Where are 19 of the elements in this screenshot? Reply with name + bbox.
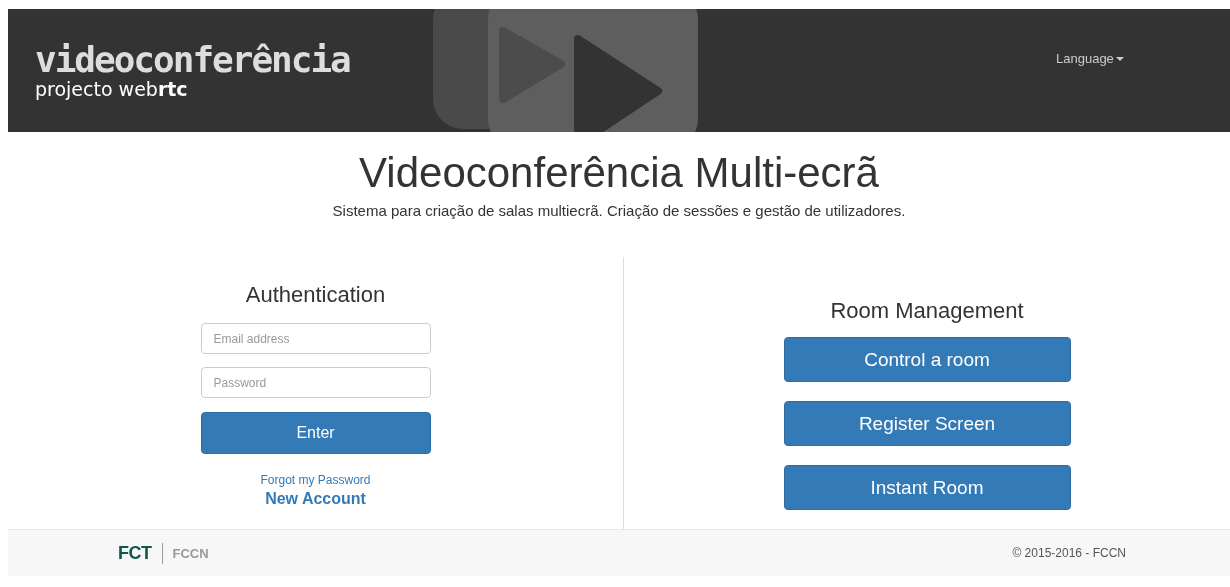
enter-button[interactable]: Enter bbox=[200, 412, 431, 454]
room-button[interactable]: Instant Room bbox=[783, 465, 1071, 510]
section-title: Room Management bbox=[830, 297, 1024, 325]
logo-subtitle: projecto webrtc bbox=[35, 77, 188, 100]
logo: FCT bbox=[118, 542, 163, 564]
forgot-password-link[interactable]: Forgot my Password bbox=[260, 472, 371, 488]
caret-icon bbox=[1115, 56, 1124, 61]
section-title: Authentication bbox=[245, 281, 386, 309]
room-button[interactable]: Register Screen bbox=[783, 401, 1071, 446]
new-account-link[interactable]: New Account bbox=[265, 488, 366, 510]
page-subtitle: Sistema para criação de salas multiecrã. Criação de sessões e gestão de utilizadores. bbox=[332, 202, 906, 219]
copyright-text: © 2015-2016 - FCCN bbox=[1012, 546, 1126, 560]
room-button[interactable]: Control a room bbox=[783, 337, 1071, 382]
page-title: Videoconferência Multi-ecrã bbox=[359, 148, 879, 198]
language-menu[interactable]: Language bbox=[1056, 51, 1124, 66]
input-field[interactable]: Email address bbox=[200, 323, 431, 354]
logo: FCCN bbox=[172, 545, 209, 561]
input-field[interactable]: Password bbox=[200, 367, 431, 398]
logo-title: videoconferência bbox=[35, 41, 350, 78]
